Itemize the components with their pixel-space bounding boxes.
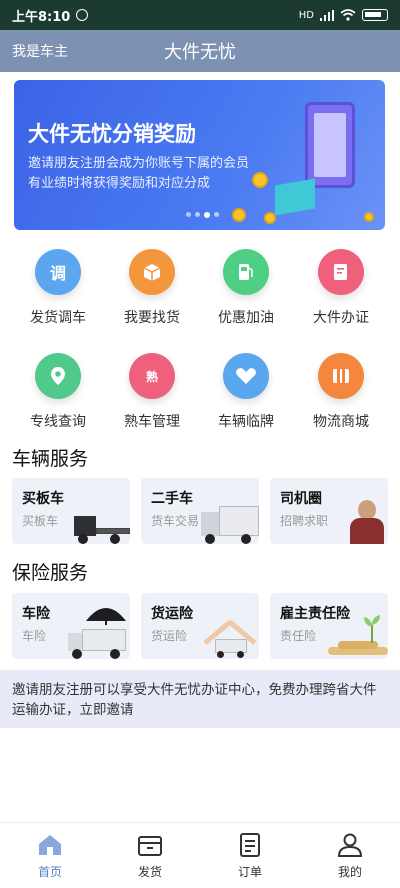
- battery-icon: [362, 9, 388, 21]
- card-driver-circle[interactable]: 司机圈 招聘求职: [270, 478, 388, 544]
- grid-dispatch[interactable]: 调 发货调车: [13, 249, 103, 327]
- card-subtitle: 车险: [22, 629, 47, 643]
- grid-label: 专线查询: [30, 414, 86, 430]
- banner-title: 大件无忧分销奖励: [28, 122, 196, 146]
- status-bar: 上午8:10 HD: [0, 0, 400, 30]
- store-icon: [318, 353, 364, 399]
- carousel-dot[interactable]: [186, 212, 191, 217]
- banner-line-1: 邀请朋友注册会成为你账号下属的会员: [28, 156, 250, 171]
- box-icon: [137, 833, 163, 857]
- carousel-dot[interactable]: [195, 212, 200, 217]
- tab-profile[interactable]: 我的: [320, 833, 380, 880]
- coin-illustration: [252, 172, 268, 188]
- tab-ship[interactable]: 发货: [120, 833, 180, 880]
- grid-label: 我要找货: [124, 310, 180, 326]
- grid-label: 发货调车: [30, 310, 86, 326]
- card-vehicle-insurance[interactable]: 车险 车险: [12, 593, 130, 659]
- wifi-icon: [340, 9, 356, 21]
- tab-label: 我的: [337, 865, 362, 879]
- card-subtitle: 货车交易: [151, 514, 200, 528]
- home-icon: [37, 833, 63, 857]
- app-header: 我是车主 大件无忧: [0, 30, 400, 72]
- coin-illustration: [264, 212, 276, 224]
- grid-label: 大件办证: [313, 310, 369, 326]
- bottom-tab-bar: 首页 发货 订单 我的: [0, 822, 400, 888]
- alarm-icon: [76, 9, 89, 21]
- grid-route-query[interactable]: 专线查询: [13, 353, 103, 431]
- grid-label: 车辆临牌: [218, 414, 274, 430]
- tab-label: 发货: [137, 865, 162, 879]
- status-indicators: HD: [299, 9, 388, 21]
- card-subtitle: 责任险: [280, 629, 317, 643]
- grid-label: 熟车管理: [124, 414, 180, 430]
- coin-illustration: [364, 212, 374, 222]
- invite-notice[interactable]: 邀请朋友注册可以享受大件无忧办证中心，免费办理跨省大件运输办证，立即邀请: [0, 670, 400, 728]
- role-switch[interactable]: 我是车主: [12, 41, 68, 61]
- vehicle-section-title: 车辆服务: [12, 448, 89, 470]
- certificate-icon: [318, 249, 364, 295]
- tab-label: 订单: [237, 865, 262, 879]
- signal-icon: [320, 9, 334, 21]
- user-icon: [337, 833, 363, 857]
- tab-home[interactable]: 首页: [20, 833, 80, 880]
- grid-store[interactable]: 物流商城: [296, 353, 386, 431]
- card-subtitle: 买板车: [22, 514, 59, 528]
- grid-label: 优惠加油: [218, 310, 274, 326]
- phone-illustration: [305, 102, 355, 188]
- tab-orders[interactable]: 订单: [220, 833, 280, 880]
- heart-plate-icon: [223, 353, 269, 399]
- carousel-dot[interactable]: [214, 212, 219, 217]
- grid-truck-manage[interactable]: 熟 熟车管理: [107, 353, 197, 431]
- grid-certificate[interactable]: 大件办证: [296, 249, 386, 327]
- grid-fuel[interactable]: 优惠加油: [201, 249, 291, 327]
- grid-label: 物流商城: [313, 414, 369, 430]
- card-title: 车险: [22, 606, 50, 622]
- promo-banner[interactable]: 大件无忧分销奖励 邀请朋友注册会成为你账号下属的会员 有业绩时将获得奖励和对应分…: [14, 80, 385, 230]
- grid-find-cargo[interactable]: 我要找货: [107, 249, 197, 327]
- card-subtitle: 招聘求职: [280, 514, 329, 528]
- card-title: 货运险: [151, 606, 193, 622]
- insurance-section-title: 保险服务: [12, 562, 89, 584]
- card-employer-insurance[interactable]: 雇主责任险 责任险: [270, 593, 388, 659]
- tab-label: 首页: [37, 865, 62, 879]
- dispatch-icon: 调: [35, 249, 81, 295]
- coin-illustration: [232, 208, 246, 222]
- grid-temp-plate[interactable]: 车辆临牌: [201, 353, 291, 431]
- card-buy-trailer[interactable]: 买板车 买板车: [12, 478, 130, 544]
- fuel-icon: [223, 249, 269, 295]
- card-subtitle: 货运险: [151, 629, 188, 643]
- carousel-dot-active[interactable]: [204, 212, 210, 218]
- card-cargo-insurance[interactable]: 货运险 货运险: [141, 593, 259, 659]
- card-title: 司机圈: [280, 491, 322, 507]
- status-time: 上午8:10: [12, 9, 71, 25]
- route-pin-icon: [35, 353, 81, 399]
- network-label: HD: [298, 9, 314, 21]
- truck-manage-icon: 熟: [129, 353, 175, 399]
- card-title: 二手车: [151, 491, 193, 507]
- cargo-box-icon: [129, 249, 175, 295]
- document-icon: [237, 833, 263, 857]
- card-title: 买板车: [22, 491, 64, 507]
- card-used-truck[interactable]: 二手车 货车交易: [141, 478, 259, 544]
- banner-line-2: 有业绩时将获得奖励和对应分成: [28, 176, 211, 191]
- card-title: 雇主责任险: [280, 606, 350, 622]
- blocks-illustration: [275, 178, 315, 216]
